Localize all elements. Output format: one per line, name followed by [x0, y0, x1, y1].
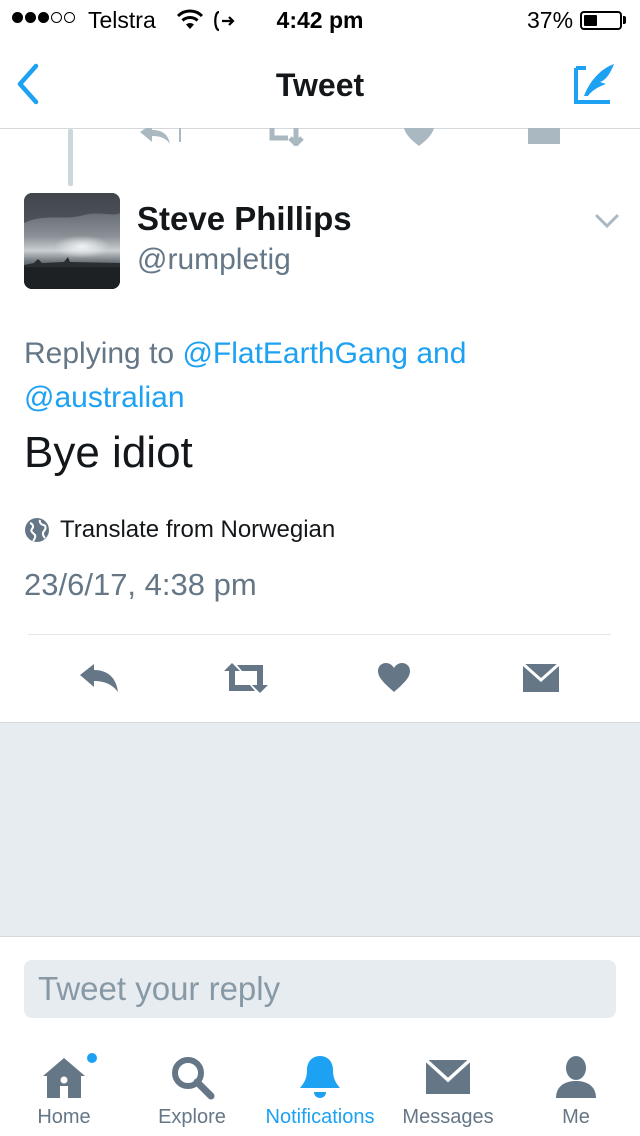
divider	[28, 634, 611, 635]
tab-label-notifications: Notifications	[265, 1106, 375, 1128]
envelope-icon	[424, 1058, 472, 1094]
battery-nub	[623, 16, 626, 24]
thread-connector-line	[68, 129, 73, 186]
tab-notifications[interactable]: Notifications	[256, 1040, 384, 1136]
compose-tweet-icon[interactable]	[572, 60, 618, 106]
tab-bar: Home Explore Notifications Messages Me	[0, 1040, 640, 1136]
tab-home[interactable]: Home	[0, 1040, 128, 1136]
tweet-text: Bye idiot	[24, 428, 193, 477]
author-handle[interactable]: @rumpletig	[137, 243, 291, 277]
reply-icon-faded	[140, 128, 181, 144]
tab-label-explore: Explore	[158, 1106, 226, 1128]
tab-messages[interactable]: Messages	[384, 1040, 512, 1136]
retweet-icon[interactable]	[222, 660, 270, 696]
search-icon	[172, 1057, 215, 1100]
mention-link-2[interactable]: @australian	[24, 381, 185, 414]
bell-icon	[300, 1056, 340, 1098]
translate-link[interactable]: Translate from Norwegian	[60, 516, 335, 544]
tab-explore[interactable]: Explore	[128, 1040, 256, 1136]
heart-icon-faded	[404, 128, 434, 146]
reply-icon[interactable]	[78, 662, 120, 694]
nav-bar: Tweet	[0, 40, 640, 129]
chevron-down-icon[interactable]	[594, 212, 620, 230]
tab-label-me: Me	[562, 1106, 590, 1128]
status-bar: Telstra 4:42 pm 37%	[0, 0, 640, 40]
replying-prefix: Replying to	[24, 337, 183, 370]
avatar[interactable]	[24, 193, 120, 289]
empty-replies-area	[0, 722, 640, 937]
like-heart-icon[interactable]	[377, 662, 411, 694]
tweet-timestamp: 23/6/17, 4:38 pm	[24, 567, 257, 602]
tab-label-messages: Messages	[402, 1106, 494, 1128]
direct-message-icon[interactable]	[522, 662, 560, 694]
message-icon-faded	[528, 128, 560, 144]
replying-to: Replying to @FlatEarthGang and @australi…	[24, 332, 614, 420]
retweet-icon-faded	[269, 128, 304, 146]
new-activity-dot	[87, 1053, 97, 1063]
tab-me[interactable]: Me	[512, 1040, 640, 1136]
battery-fill	[584, 15, 597, 26]
battery-icon	[580, 11, 622, 30]
tweet-reply-input[interactable]	[38, 960, 598, 1018]
page-title: Tweet	[275, 67, 365, 103]
person-icon	[556, 1056, 596, 1098]
globe-icon[interactable]	[24, 517, 50, 543]
replying-and[interactable]: and	[408, 337, 466, 370]
tab-label-home: Home	[37, 1106, 91, 1128]
battery-percent: 37%	[527, 7, 574, 33]
reply-box[interactable]	[24, 960, 616, 1018]
author-name[interactable]: Steve Phillips	[137, 200, 352, 238]
mention-link-1[interactable]: @FlatEarthGang	[182, 337, 408, 370]
home-icon	[43, 1058, 85, 1098]
